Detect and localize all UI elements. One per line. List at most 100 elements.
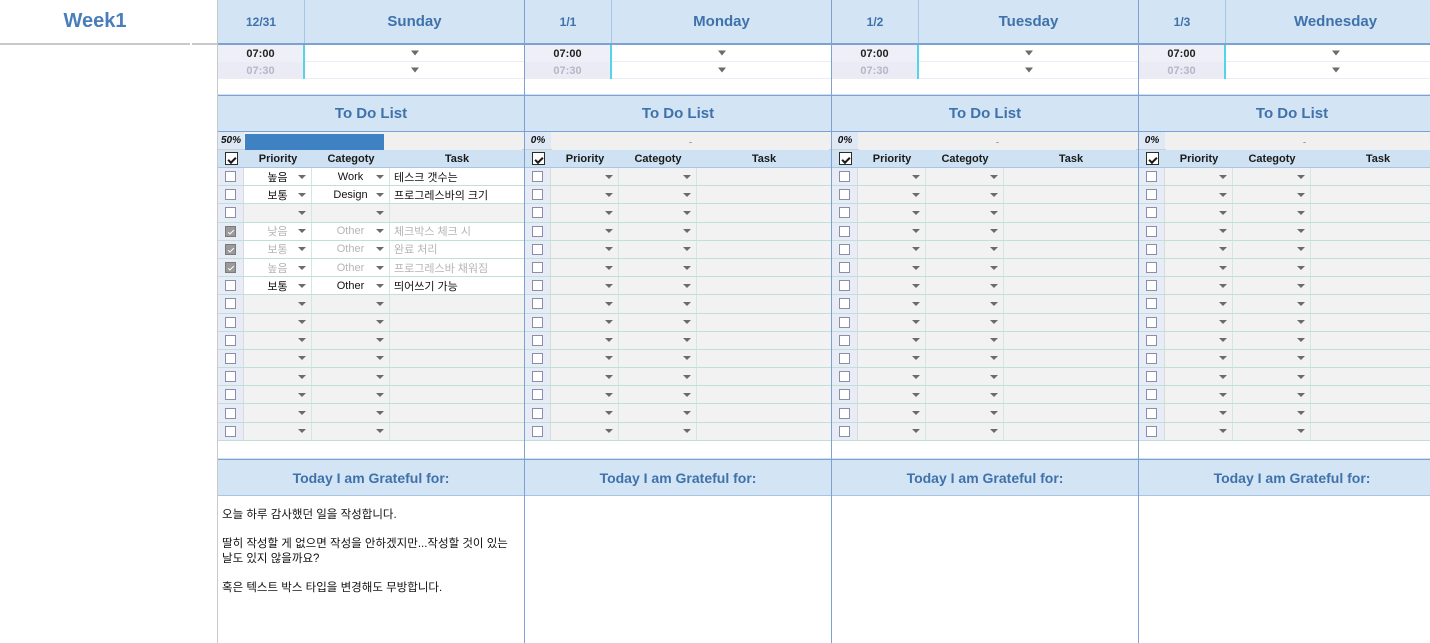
checkbox-unchecked-icon[interactable] (1146, 334, 1157, 346)
task-checkbox-cell[interactable] (1139, 204, 1165, 222)
checkbox-unchecked-icon[interactable] (1146, 425, 1157, 437)
column-header-priority[interactable]: Priority (858, 150, 926, 167)
chevron-down-icon[interactable] (298, 374, 306, 379)
chevron-down-icon[interactable] (376, 411, 384, 416)
task-checkbox-cell[interactable] (218, 386, 244, 404)
time-slot-row[interactable]: 07:30 (832, 62, 1138, 79)
chevron-down-icon[interactable] (1219, 283, 1227, 288)
chevron-down-icon[interactable] (1219, 210, 1227, 215)
task-category-cell[interactable] (619, 240, 697, 258)
task-checkbox-cell[interactable] (1139, 404, 1165, 422)
task-name-cell[interactable] (697, 259, 831, 276)
table-row[interactable] (218, 349, 524, 369)
table-row[interactable] (1139, 404, 1430, 423)
chevron-down-icon[interactable] (605, 392, 613, 397)
task-priority-cell[interactable] (1165, 277, 1233, 295)
chevron-down-icon[interactable] (912, 210, 920, 215)
task-priority-cell[interactable] (858, 258, 926, 277)
task-checkbox-cell[interactable] (525, 204, 551, 222)
column-header-task[interactable]: Task (390, 150, 524, 167)
checkbox-unchecked-icon[interactable] (1146, 207, 1157, 219)
task-name-cell[interactable] (390, 404, 524, 421)
task-priority-cell[interactable] (244, 422, 312, 440)
chevron-down-icon[interactable] (1219, 265, 1227, 270)
checkbox-unchecked-icon[interactable] (839, 280, 850, 292)
task-category-cell[interactable] (619, 368, 697, 386)
table-row[interactable] (525, 168, 831, 187)
chevron-down-icon[interactable] (1297, 429, 1305, 434)
task-checkbox-cell[interactable] (525, 258, 551, 277)
checkbox-checked-icon[interactable] (838, 152, 852, 165)
day-date-cell[interactable]: 1/1 (525, 0, 612, 43)
task-category-cell[interactable] (926, 186, 1004, 204)
task-name-cell[interactable] (1311, 186, 1430, 203)
chevron-down-icon[interactable] (912, 374, 920, 379)
task-checkbox-cell[interactable] (525, 386, 551, 404)
table-row[interactable] (1139, 368, 1430, 387)
checkbox-unchecked-icon[interactable] (532, 352, 543, 364)
checkbox-unchecked-icon[interactable] (532, 171, 543, 183)
task-priority-cell[interactable] (244, 349, 312, 368)
grateful-text-area[interactable]: 오늘 하루 감사했던 일을 작성합니다. 딸히 작성할 게 없으면 작성을 안하겠… (218, 496, 524, 643)
task-category-cell[interactable] (619, 313, 697, 331)
chevron-down-icon[interactable] (1297, 192, 1305, 197)
time-slot-entry[interactable] (919, 45, 1138, 62)
task-checkbox-cell[interactable] (218, 331, 244, 349)
chevron-down-icon[interactable] (1297, 301, 1305, 306)
time-slot-row[interactable]: 07:00 (1139, 45, 1430, 62)
table-row[interactable] (832, 404, 1138, 423)
chevron-down-icon[interactable] (990, 283, 998, 288)
task-checkbox-cell[interactable] (832, 386, 858, 404)
chevron-down-icon[interactable] (605, 356, 613, 361)
checkbox-unchecked-icon[interactable] (1146, 407, 1157, 419)
task-checkbox-cell[interactable] (1139, 313, 1165, 331)
task-priority-cell[interactable] (551, 204, 619, 222)
task-priority-cell[interactable] (858, 331, 926, 349)
task-checkbox-cell[interactable] (1139, 386, 1165, 404)
chevron-down-icon[interactable] (376, 247, 384, 252)
table-row[interactable] (525, 222, 831, 241)
task-category-cell[interactable] (926, 295, 1004, 313)
checkbox-checked-icon[interactable] (531, 152, 545, 165)
task-category-cell[interactable] (1233, 277, 1311, 295)
table-row[interactable]: 낮음 Other 체크박스 체크 시 (218, 222, 524, 241)
task-name-cell[interactable] (697, 295, 831, 312)
chevron-down-icon[interactable] (1297, 210, 1305, 215)
table-row[interactable] (525, 422, 831, 441)
table-row[interactable] (1139, 295, 1430, 314)
chevron-down-icon[interactable] (990, 174, 998, 179)
table-row[interactable]: 높음 Other 프로그레스바 채워짐 (218, 258, 524, 278)
task-name-cell[interactable] (1311, 223, 1430, 240)
task-name-cell[interactable] (1004, 295, 1138, 312)
checkbox-unchecked-icon[interactable] (225, 171, 236, 183)
task-priority-cell[interactable] (1165, 386, 1233, 404)
checkbox-unchecked-icon[interactable] (225, 334, 236, 346)
chevron-down-icon[interactable] (683, 265, 691, 270)
checkbox-unchecked-icon[interactable] (225, 316, 236, 328)
task-name-cell[interactable] (697, 277, 831, 294)
task-category-cell[interactable] (619, 204, 697, 222)
chevron-down-icon[interactable] (376, 392, 384, 397)
task-checkbox-cell[interactable] (525, 240, 551, 258)
task-priority-cell[interactable] (858, 186, 926, 204)
checkbox-unchecked-icon[interactable] (1146, 352, 1157, 364)
day-name-cell[interactable]: Tuesday (919, 0, 1138, 43)
checkbox-unchecked-icon[interactable] (1146, 371, 1157, 383)
table-row[interactable] (832, 386, 1138, 405)
chevron-down-icon[interactable] (683, 174, 691, 179)
task-checkbox-cell[interactable] (218, 404, 244, 422)
task-checkbox-cell[interactable] (1139, 222, 1165, 240)
task-category-cell[interactable] (926, 258, 1004, 277)
checkbox-unchecked-icon[interactable] (839, 189, 850, 201)
chevron-down-icon[interactable] (298, 283, 306, 288)
task-checkbox-cell[interactable] (525, 368, 551, 386)
chevron-down-icon[interactable] (990, 392, 998, 397)
task-priority-cell[interactable]: 보통 (244, 186, 312, 204)
task-category-cell[interactable] (312, 368, 390, 386)
task-name-cell[interactable] (390, 386, 524, 403)
task-checkbox-cell[interactable] (832, 313, 858, 331)
table-row[interactable] (1139, 349, 1430, 369)
chevron-down-icon[interactable] (1024, 50, 1033, 56)
task-name-cell[interactable] (697, 423, 831, 440)
checkbox-unchecked-icon[interactable] (532, 407, 543, 419)
